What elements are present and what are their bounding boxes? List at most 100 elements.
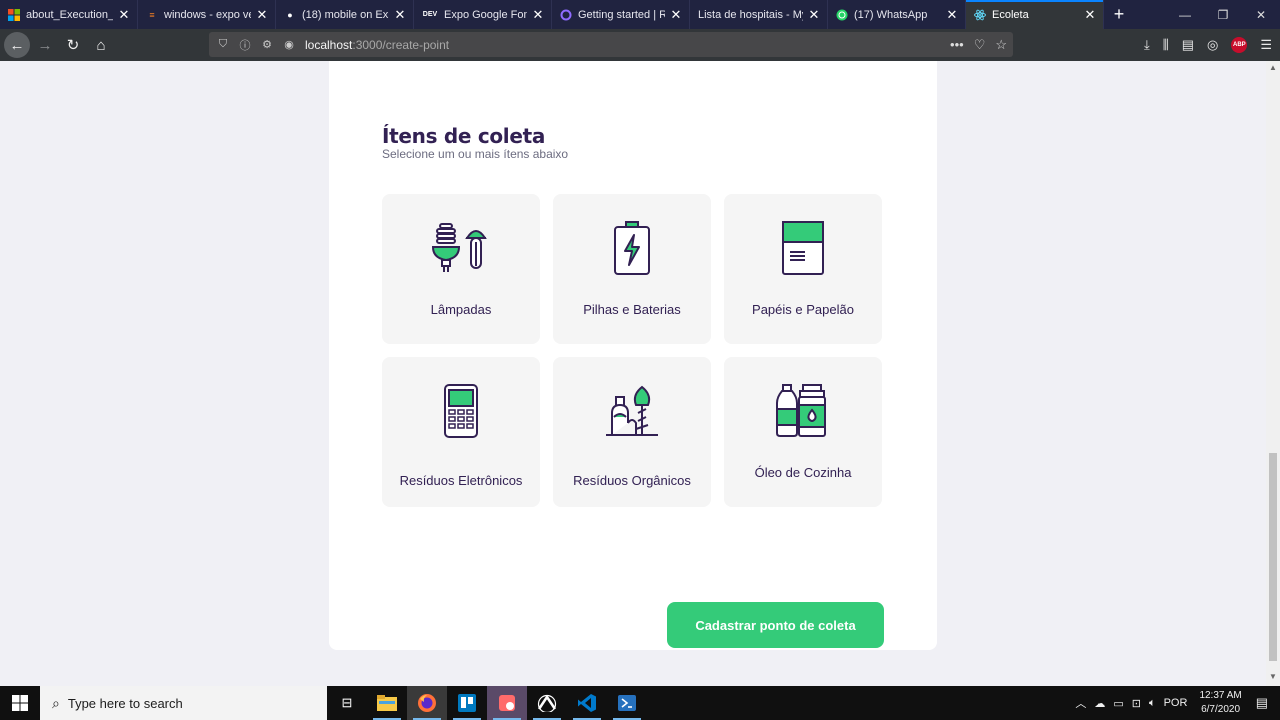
dot-icon: ● [287,9,293,20]
close-tab-icon[interactable]: ✕ [1083,7,1097,23]
reload-icon[interactable]: ↻ [60,32,86,58]
close-tab-icon[interactable]: ✕ [669,7,683,23]
notifications-icon[interactable]: ▤ [1256,695,1268,711]
taskbar-firefox[interactable] [407,686,447,720]
taskbar-powershell[interactable] [607,686,647,720]
battery-status-icon[interactable]: ▭ [1113,697,1123,710]
scroll-up-icon[interactable]: ▲ [1266,63,1280,75]
close-tab-icon[interactable]: ✕ [117,7,131,23]
trello-icon [458,694,476,712]
item-papeis-papelao[interactable]: Papéis e Papelão [724,194,882,344]
search-icon: ⌕ [52,694,60,711]
tab-ecoleta[interactable]: Ecoleta ✕ [966,0,1104,29]
tab-title: windows - expo ver [164,8,251,21]
minimize-icon[interactable]: — [1166,0,1204,29]
close-tab-icon[interactable]: ✕ [945,7,959,23]
vscode-icon [578,694,596,712]
close-tab-icon[interactable]: ✕ [393,7,407,23]
show-hidden-icons-icon[interactable]: ︿ [1075,695,1086,711]
back-arrow-icon[interactable]: ← [4,32,30,58]
new-tab-button[interactable]: + [1104,0,1134,29]
tab-mobile-on-expo[interactable]: ● (18) mobile on Expo ✕ [276,0,414,29]
tab-expo-google-fonts[interactable]: DEV Expo Google Fonts ✕ [414,0,552,29]
item-residuos-organicos[interactable]: Resíduos Orgânicos [553,357,711,507]
menu-icon[interactable]: ☰ [1260,37,1272,53]
electronics-icon [444,384,478,438]
page-actions-icon[interactable]: ••• [950,37,964,52]
forward-arrow-icon[interactable]: → [32,32,58,58]
address-bar[interactable]: ⛉ ⓘ ⚙ ◉ localhost:3000/create-point ••• … [209,32,1013,57]
taskbar-search[interactable]: ⌕ Type here to search [40,686,327,720]
tab-title: Ecoleta [992,8,1029,21]
pocket-icon[interactable]: ♡ [974,37,986,53]
clock-time: 12:37 AM [1199,690,1242,701]
close-tab-icon[interactable]: ✕ [531,7,545,23]
item-pilhas-baterias[interactable]: Pilhas e Baterias [553,194,711,344]
adblock-icon[interactable]: ABP [1231,37,1248,53]
shield-icon[interactable]: ⛉ [215,38,231,51]
taskbar-file-explorer[interactable] [367,686,407,720]
oil-icon [776,384,826,437]
taskbar-expo-app[interactable] [527,686,567,720]
clock[interactable]: 12:37 AM 6/7/2020 [1199,689,1241,717]
tab-getting-started[interactable]: Getting started | Re ✕ [552,0,690,29]
home-icon[interactable]: ⌂ [88,32,114,58]
task-view-button[interactable]: ⊟ [327,686,367,720]
item-lampadas[interactable]: Lâmpadas [382,194,540,344]
bookmark-star-icon[interactable]: ☆ [995,37,1007,53]
browser-tab-bar: about_Execution_Po ✕ ≡ windows - expo ve… [0,0,1280,29]
tab-windows-expo[interactable]: ≡ windows - expo ver ✕ [138,0,276,29]
items-grid: Lâmpadas Pilhas e Baterias Papéis e Pape… [382,194,885,507]
item-label: Óleo de Cozinha [754,465,852,480]
permissions-icon[interactable]: ⚙ [259,38,275,51]
react-icon [974,9,986,21]
browser-nav-bar: ← → ↻ ⌂ ⛉ ⓘ ⚙ ◉ localhost:3000/create-po… [0,29,1280,61]
network-icon[interactable]: ⊡ [1132,697,1141,710]
info-icon[interactable]: ⓘ [237,37,253,53]
page-viewport: Ítens de coleta Selecione um ou mais íte… [0,61,1266,686]
tab-title: Lista de hospitais - MyS [698,8,803,21]
system-tray: ︿ ☁ ▭ ⊡ 🔈︎ POR 12:37 AM 6/7/2020 ▤ [1071,686,1280,720]
item-label: Papéis e Papelão [752,302,854,317]
section-subtitle: Selecione um ou mais ítens abaixo [382,147,569,161]
scroll-down-icon[interactable]: ▼ [1266,672,1280,684]
powershell-icon [618,695,636,711]
submit-button[interactable]: Cadastrar ponto de coleta [667,602,884,648]
close-tab-icon[interactable]: ✕ [255,7,269,23]
tab-title: (18) mobile on Expo [302,8,389,21]
sidebar-icon[interactable]: ▤ [1182,37,1194,53]
onedrive-icon[interactable]: ☁ [1094,697,1105,710]
close-window-icon[interactable]: ✕ [1242,0,1280,29]
close-tab-icon[interactable]: ✕ [807,7,821,23]
clock-date: 6/7/2020 [1201,704,1241,715]
search-placeholder: Type here to search [67,695,183,711]
url-path: :3000/create-point [352,37,450,52]
dev-icon: DEV [422,11,438,18]
taskbar-dev-tool[interactable] [487,686,527,720]
language-indicator[interactable]: POR [1164,697,1188,709]
tab-whatsapp[interactable]: (17) WhatsApp ✕ [828,0,966,29]
download-icon[interactable]: ⤓ [1144,37,1150,53]
volume-icon[interactable]: 🔈︎ [1149,697,1156,710]
folder-icon [377,695,397,711]
restore-icon[interactable]: ❐ [1204,0,1242,29]
windows-taskbar: ⌕ Type here to search ⊟ ︿ ☁ ▭ ⊡ 🔈︎ POR 1… [0,686,1280,720]
organic-icon [606,385,658,436]
library-icon[interactable]: ⫼ [1163,37,1169,53]
taskbar-vscode[interactable] [567,686,607,720]
tab-about-execution[interactable]: about_Execution_Po ✕ [0,0,138,29]
windows-start-icon [12,695,28,711]
tab-lista-hospitais[interactable]: Lista de hospitais - MyS ✕ [690,0,828,29]
item-residuos-eletronicos[interactable]: Resíduos Eletrônicos [382,357,540,507]
app-badge-icon [499,695,515,711]
start-button[interactable] [0,686,40,720]
expo-icon [537,694,557,712]
tracking-icon[interactable]: ◉ [281,38,297,51]
page-scrollbar[interactable]: ▲ ▼ [1266,61,1280,686]
account-icon[interactable]: ◎ [1207,37,1218,53]
item-oleo-cozinha[interactable]: Óleo de Cozinha [724,357,882,507]
windows-logo-icon [8,8,20,21]
scrollbar-thumb[interactable] [1269,453,1277,661]
item-label: Resíduos Eletrônicos [399,473,523,488]
taskbar-trello[interactable] [447,686,487,720]
